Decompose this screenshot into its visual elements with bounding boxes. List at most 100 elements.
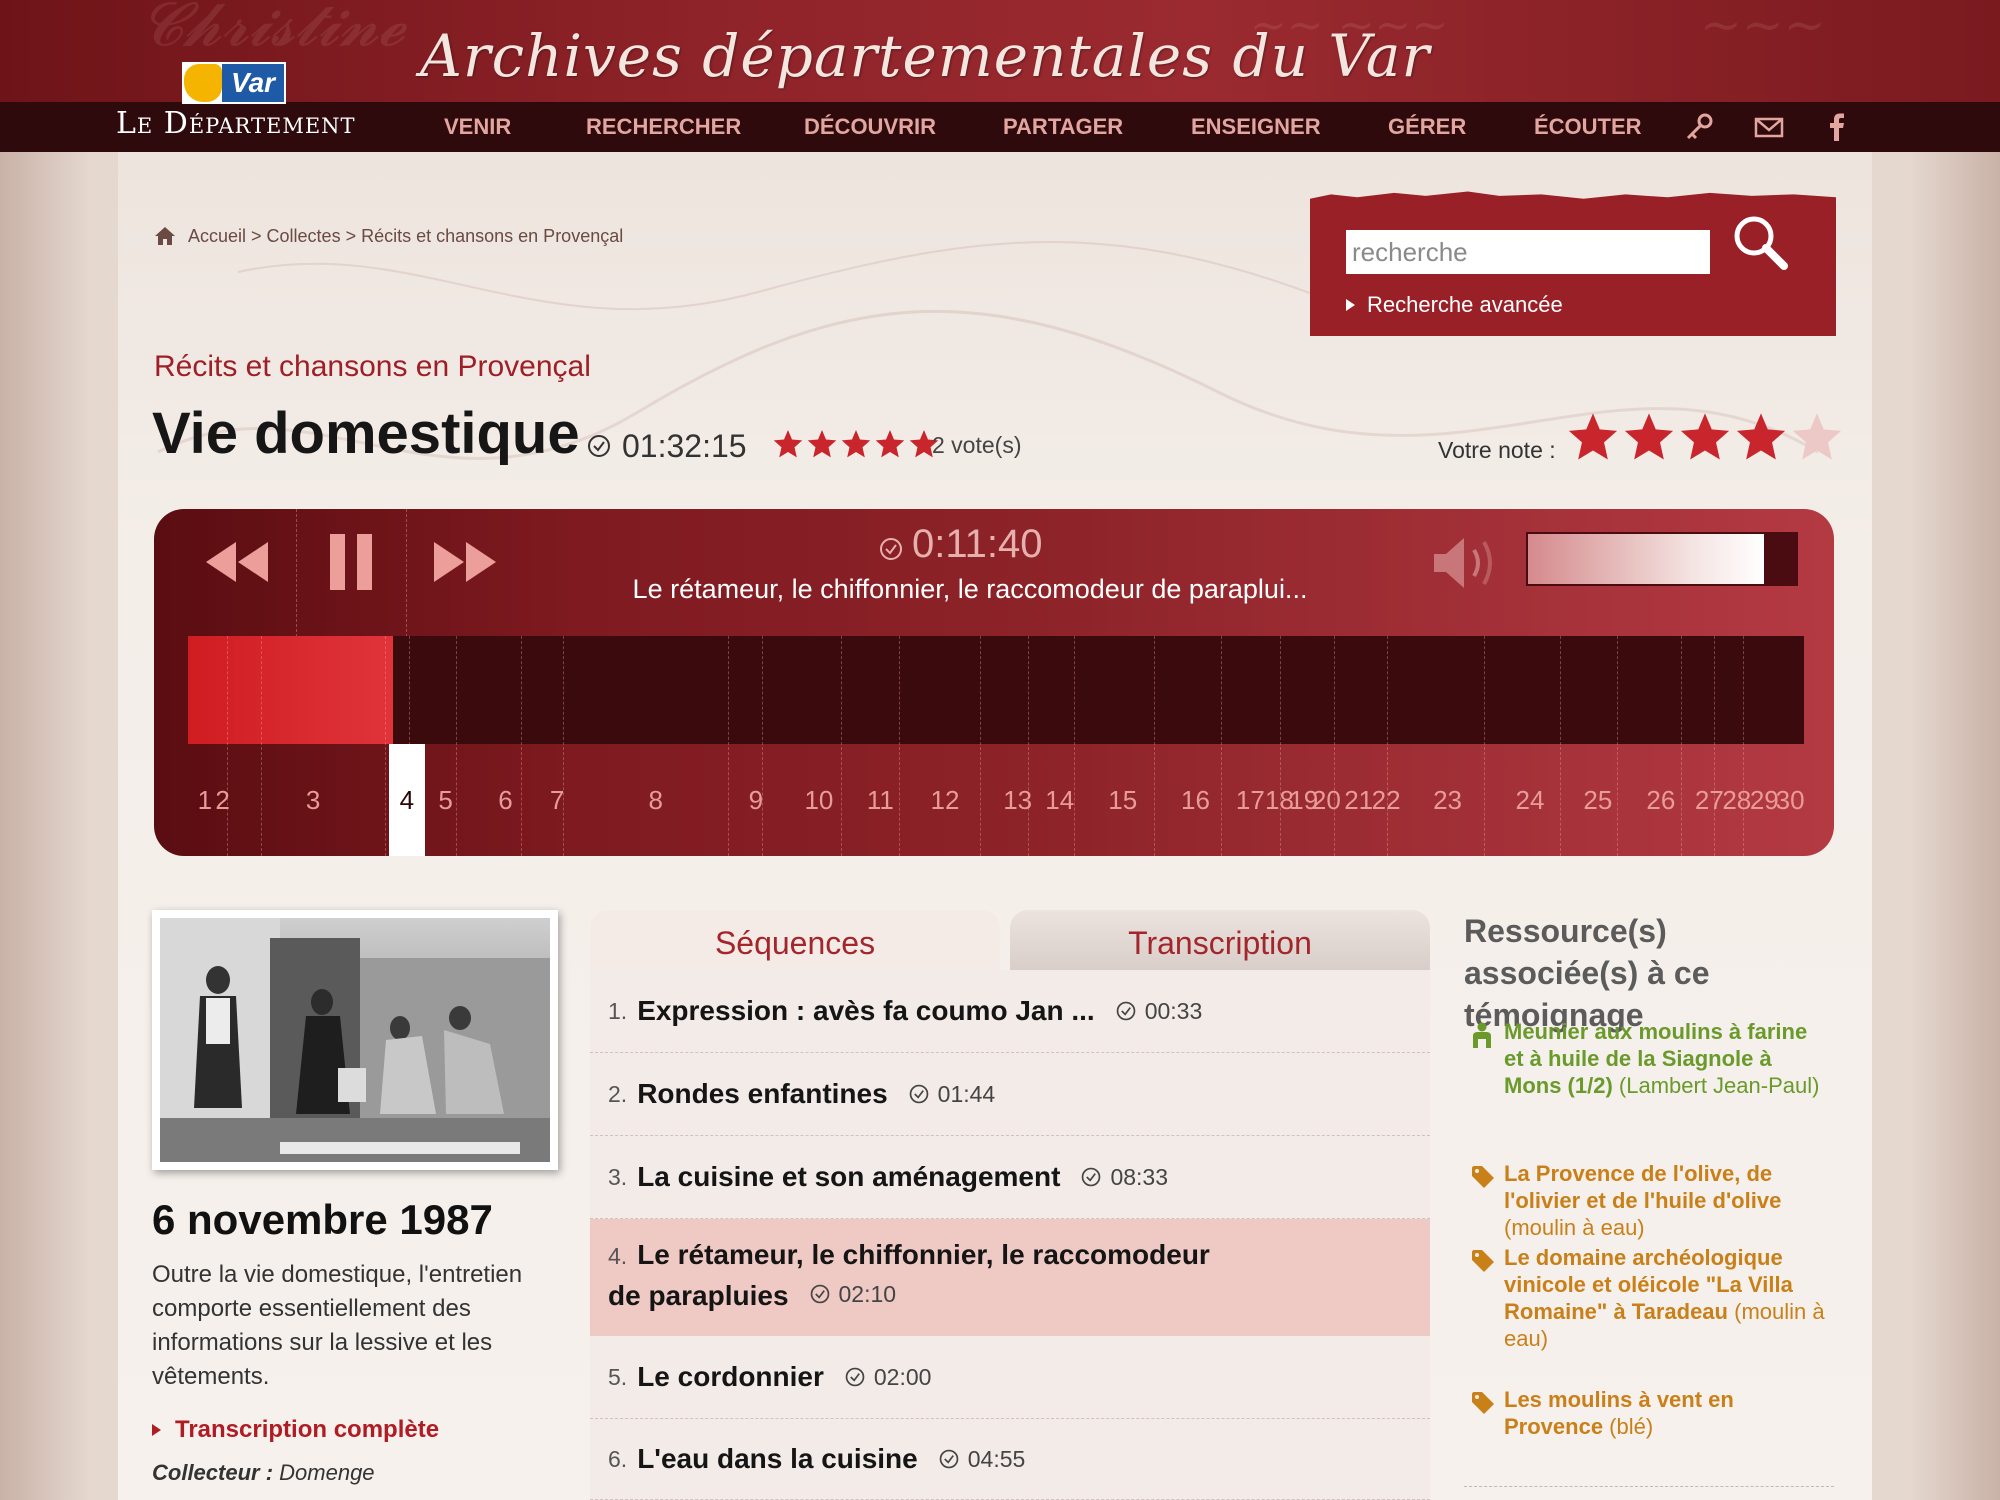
collection-label[interactable]: Récits et chansons en Provençal (154, 350, 591, 390)
recording-date: 6 novembre 1987 (152, 1196, 493, 1243)
sequence-marker-11[interactable]: 11 (867, 784, 894, 816)
sequence-row[interactable]: 3. La cuisine et son aménagement 08:33 (590, 1136, 1430, 1219)
breadcrumb-path[interactable]: Accueil > Collectes > Récits et chansons… (188, 226, 623, 247)
sequence-boundary (1616, 636, 1618, 856)
resource-item: Meunier aux moulins à farine et à huile … (1470, 1018, 1830, 1099)
sequence-marker-4[interactable]: 4 (388, 744, 425, 856)
duration-value: 01:32:15 (622, 427, 747, 464)
sequence-row[interactable]: 6. L'eau dans la cuisine 04:55 (590, 1419, 1430, 1500)
sequence-row[interactable]: 2. Rondes enfantines 01:44 (590, 1053, 1430, 1136)
current-time-value: 0:11:40 (912, 521, 1043, 566)
resource-text: Les moulins à vent en Provence (blé) (1504, 1386, 1830, 1440)
clock-icon (845, 1367, 865, 1387)
sequence-marker-8[interactable]: 8 (648, 784, 662, 816)
pause-icon[interactable] (326, 532, 376, 592)
sequence-marker-1[interactable]: 1 (198, 784, 212, 816)
sequence-marker-26[interactable]: 26 (1646, 784, 1675, 816)
resource-icon (1470, 1244, 1504, 1352)
rating-star-icon[interactable] (1790, 410, 1844, 464)
key-icon[interactable] (1684, 112, 1714, 142)
sequence-marker-30[interactable]: 30 (1776, 784, 1805, 816)
full-transcript-link[interactable]: Transcription complète (152, 1414, 439, 1446)
rating-star-icon[interactable] (1566, 410, 1620, 464)
sequence-marker-3[interactable]: 3 (306, 784, 320, 816)
sequence-boundary (1713, 636, 1715, 856)
sequence-marker-17[interactable]: 17 (1236, 784, 1265, 816)
sequence-row[interactable]: 4. Le rétameur, le chiffonnier, le raccom… (590, 1219, 1430, 1336)
sequence-marker-12[interactable]: 12 (931, 784, 960, 816)
sequence-marker-25[interactable]: 25 (1583, 784, 1612, 816)
rating-star-icon[interactable] (1622, 410, 1676, 464)
sequence-marker-2[interactable]: 2 (215, 784, 229, 816)
sequence-boundary (840, 636, 842, 856)
star-icon (875, 430, 905, 458)
nav-decouvrir[interactable]: DÉCOUVRIR (804, 102, 936, 152)
nav-partager[interactable]: PARTAGER (1003, 102, 1123, 152)
sequence-marker-6[interactable]: 6 (498, 784, 512, 816)
sequence-marker-9[interactable]: 9 (749, 784, 763, 816)
sequence-duration-value: 04:55 (967, 1445, 1026, 1472)
sequence-marker-14[interactable]: 14 (1045, 784, 1074, 816)
sequence-marker-27[interactable]: 27 (1695, 784, 1724, 816)
fast-forward-icon[interactable] (430, 540, 500, 584)
tab-transcription[interactable]: Transcription (1010, 910, 1430, 970)
banner-decoration: ~~~ (1700, 0, 1826, 54)
rewind-icon[interactable] (202, 540, 272, 584)
sequence-marker-21[interactable]: 21 (1344, 784, 1373, 816)
facebook-icon[interactable] (1822, 112, 1852, 142)
nav-gerer[interactable]: GÉRER (1388, 102, 1466, 152)
rating-star-icon[interactable] (1734, 410, 1788, 464)
sequence-title: Le rétameur, le chiffonnier, le raccomod… (608, 1238, 1210, 1311)
archive-photo[interactable] (160, 918, 550, 1162)
sequence-marker-22[interactable]: 22 (1372, 784, 1401, 816)
breadcrumb: Accueil > Collectes > Récits et chansons… (154, 222, 623, 250)
sequence-boundary (1387, 636, 1389, 856)
nav-ecouter[interactable]: ÉCOUTER (1534, 102, 1642, 152)
sequence-marker-7[interactable]: 7 (550, 784, 564, 816)
sequence-marker-20[interactable]: 20 (1312, 784, 1341, 816)
search-input[interactable] (1346, 230, 1710, 274)
resource-item: Le domaine archéologique vinicole et olé… (1470, 1244, 1830, 1352)
sequence-marker-24[interactable]: 24 (1515, 784, 1544, 816)
volume-icon[interactable] (1430, 530, 1510, 596)
tab-sequences[interactable]: Séquences (590, 910, 1000, 976)
sequence-title: Rondes enfantines (637, 1078, 888, 1109)
sequence-list: 1. Expression : avès fa coumo Jan ... 00:3… (590, 970, 1430, 1500)
clock-icon (880, 538, 902, 560)
sequence-row[interactable]: 5. Le cordonnier 02:00 (590, 1336, 1430, 1419)
sequence-marker-29[interactable]: 29 (1750, 784, 1779, 816)
mail-icon[interactable] (1754, 112, 1784, 142)
sequence-duration-value: 02:10 (838, 1280, 897, 1307)
nav-rechercher[interactable]: RECHERCHER (586, 102, 741, 152)
star-icon (841, 430, 871, 458)
sequence-marker-23[interactable]: 23 (1433, 784, 1462, 816)
sequence-marker-10[interactable]: 10 (804, 784, 833, 816)
volume-level[interactable] (1528, 534, 1764, 584)
sequence-row[interactable]: 1. Expression : avès fa coumo Jan ... 00:3… (590, 970, 1430, 1053)
sequence-duration: 01:44 (888, 1081, 995, 1108)
search-icon[interactable] (1728, 210, 1794, 276)
site-title[interactable]: Archives départementales du Var (420, 22, 1430, 102)
resource-icon (1470, 1018, 1504, 1099)
sequence-number: 3. (608, 1163, 628, 1190)
resource-link[interactable]: La Provence de l'olive, de l'olivier et … (1504, 1161, 1781, 1213)
nav-enseigner[interactable]: ENSEIGNER (1191, 102, 1321, 152)
advanced-search-link[interactable]: Recherche avancée (1344, 290, 1563, 320)
your-rating-stars[interactable] (1566, 410, 1844, 466)
sequence-marker-13[interactable]: 13 (1003, 784, 1032, 816)
tag-icon (1472, 1392, 1494, 1414)
clock-icon (1082, 1167, 1101, 1187)
rating-star-icon[interactable] (1678, 410, 1732, 464)
progress-bar[interactable] (188, 636, 1804, 744)
tag-icon (1472, 1166, 1494, 1188)
sequence-marker-16[interactable]: 16 (1181, 784, 1210, 816)
sequence-marker-15[interactable]: 15 (1108, 784, 1137, 816)
recording-description: Outre la vie domestique, l'entretien com… (152, 1261, 523, 1390)
var-logo[interactable]: Var (182, 62, 286, 104)
home-icon[interactable] (154, 226, 176, 246)
sequence-marker-28[interactable]: 28 (1722, 784, 1751, 816)
nav-venir[interactable]: VENIR (444, 102, 511, 152)
sequence-marker-5[interactable]: 5 (438, 784, 452, 816)
resource-item: Les moulins à vent en Provence (blé) (1470, 1386, 1830, 1440)
sequence-number: 2. (608, 1080, 628, 1107)
